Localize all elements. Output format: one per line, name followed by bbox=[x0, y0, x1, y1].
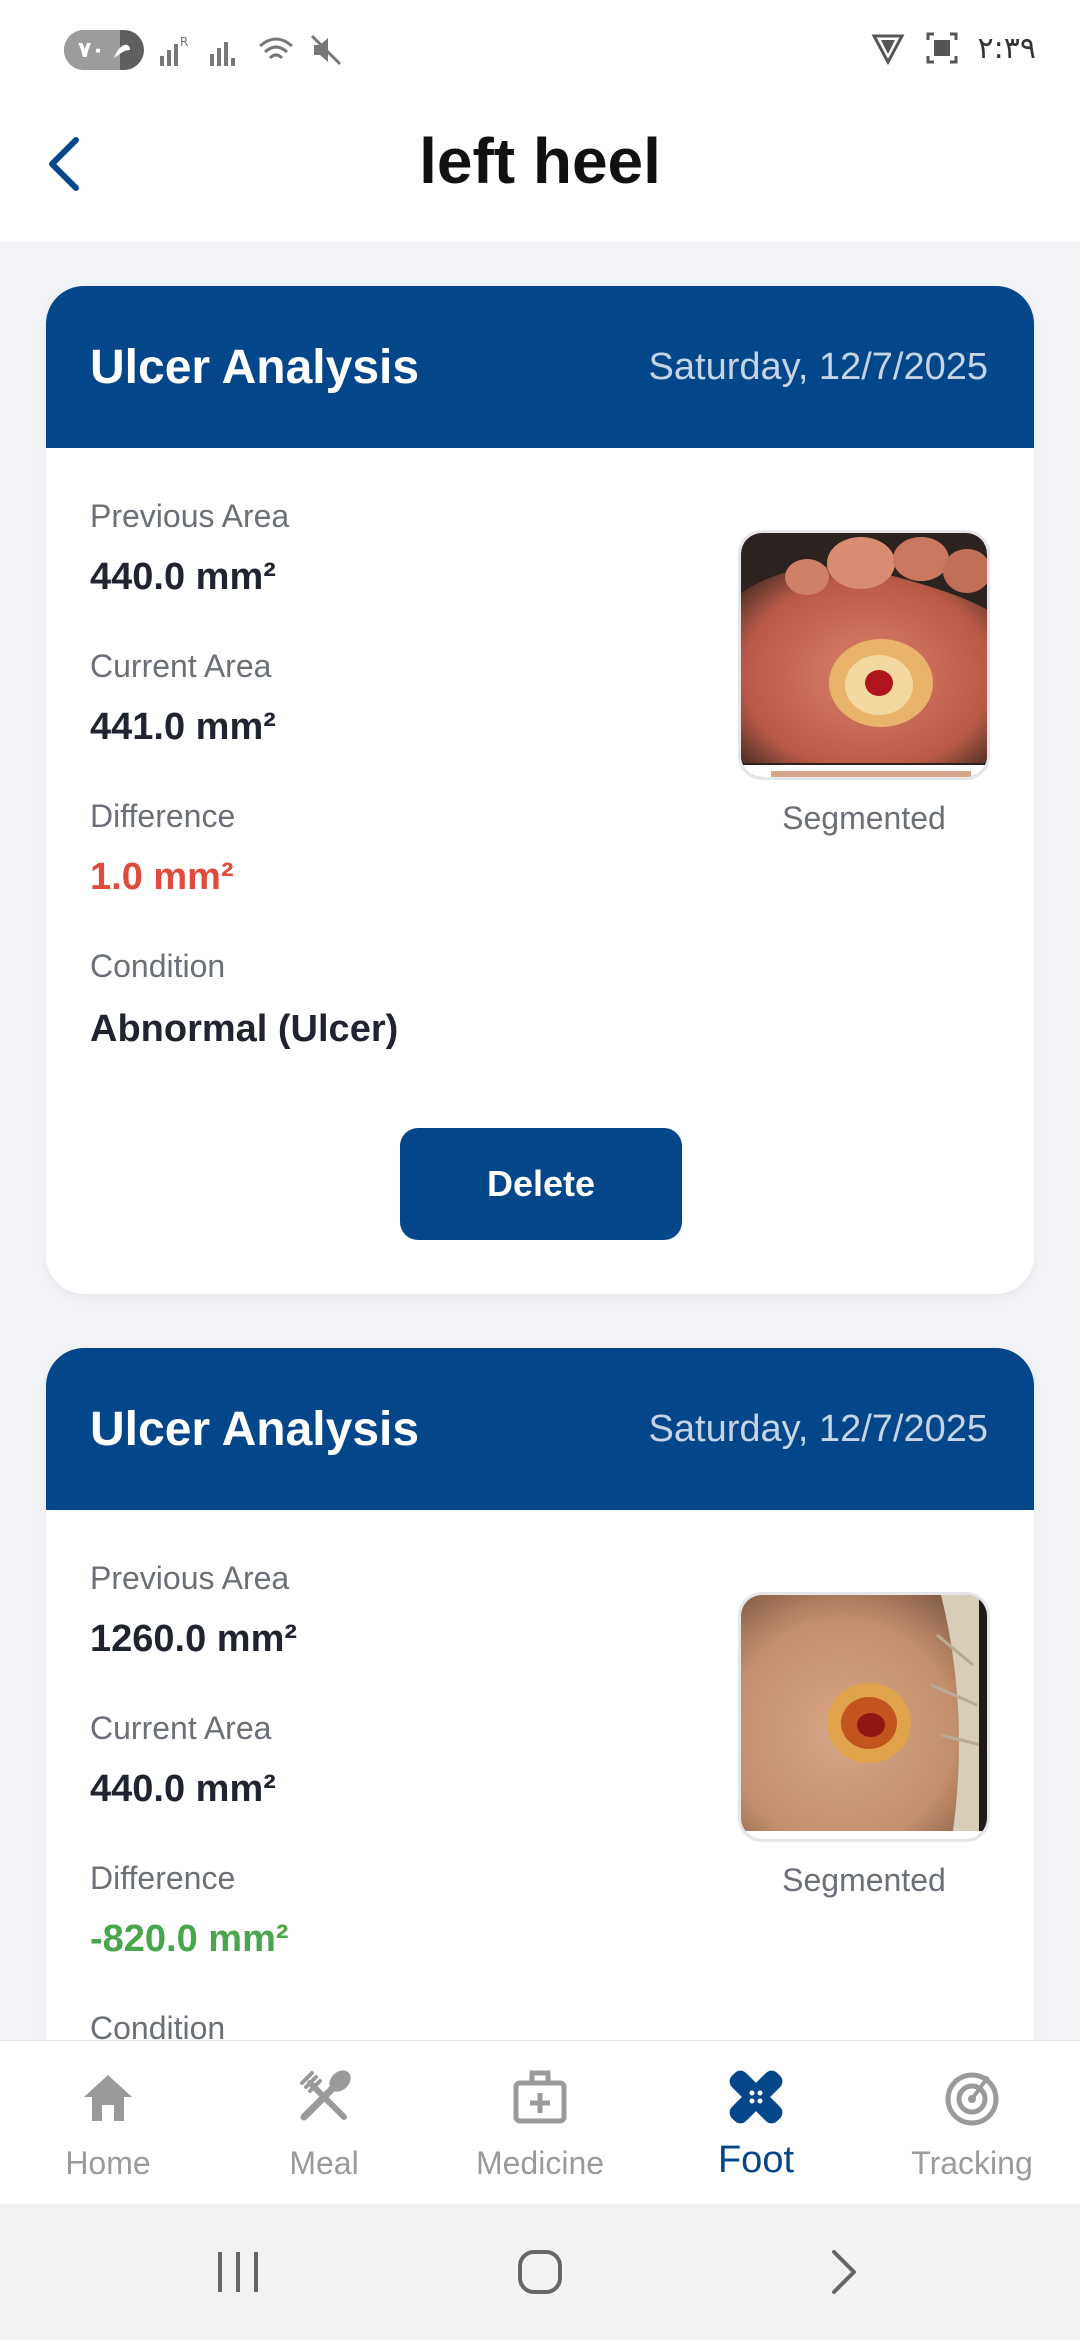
difference-value: -820.0 mm² bbox=[90, 1918, 289, 1960]
system-nav-bar bbox=[0, 2204, 1080, 2340]
analysis-card: Ulcer Analysis Saturday, 12/7/2025 Previ… bbox=[46, 286, 1034, 1294]
image-caption: Segmented bbox=[782, 1862, 946, 1898]
medical-kit-icon bbox=[513, 2070, 567, 2124]
signal-icon-2 bbox=[210, 42, 235, 66]
segmented-image[interactable] bbox=[738, 1592, 990, 1842]
delete-button[interactable]: Delete bbox=[400, 1128, 682, 1240]
app-header: left heel bbox=[0, 100, 1080, 242]
nav-label-foot: Foot bbox=[717, 2139, 795, 2181]
condition-label: Condition bbox=[90, 948, 226, 984]
difference-label: Difference bbox=[90, 798, 236, 834]
mute-icon bbox=[310, 34, 342, 66]
nav-label-home: Home bbox=[65, 2145, 151, 2181]
card-title: Ulcer Analysis bbox=[90, 341, 420, 394]
svg-text:R: R bbox=[180, 35, 188, 49]
previous-area-value: 440.0 mm² bbox=[90, 556, 276, 598]
current-area-value: 440.0 mm² bbox=[90, 1768, 276, 1810]
previous-area-label: Previous Area bbox=[90, 498, 290, 534]
card-date: Saturday, 12/7/2025 bbox=[648, 1408, 988, 1450]
image-caption: Segmented bbox=[782, 800, 946, 836]
bandage-icon bbox=[729, 2070, 783, 2124]
wifi-icon bbox=[259, 37, 293, 60]
recent-apps-icon bbox=[218, 2252, 258, 2292]
status-bar: ٧٠ R ٢:٣٩ bbox=[0, 0, 1080, 100]
recent-apps-button[interactable] bbox=[208, 2244, 268, 2300]
difference-value: 1.0 mm² bbox=[90, 856, 234, 898]
previous-area-value: 1260.0 mm² bbox=[90, 1618, 298, 1660]
nav-label-tracking: Tracking bbox=[911, 2145, 1033, 2181]
nav-item-medicine[interactable]: Medicine bbox=[432, 2041, 648, 2204]
card-header: Ulcer Analysis Saturday, 12/7/2025 bbox=[46, 1348, 1034, 1510]
segmented-image[interactable] bbox=[738, 530, 990, 780]
screenshot-icon bbox=[926, 32, 958, 64]
condition-label: Condition bbox=[90, 2010, 226, 2040]
nav-item-foot[interactable]: Foot bbox=[648, 2041, 864, 2204]
card-title: Ulcer Analysis bbox=[90, 1403, 420, 1456]
signal-icon: R bbox=[160, 35, 188, 66]
current-area-label: Current Area bbox=[90, 1710, 272, 1746]
nav-label-medicine: Medicine bbox=[475, 2145, 605, 2181]
home-circle-icon bbox=[518, 2250, 562, 2294]
current-area-value: 441.0 mm² bbox=[90, 706, 276, 748]
status-icons-right: ٢:٣٩ bbox=[870, 30, 1036, 66]
status-icons-left: ٧٠ R bbox=[64, 30, 344, 70]
analysis-list[interactable]: Ulcer Analysis Saturday, 12/7/2025 Previ… bbox=[0, 242, 1080, 2040]
target-icon bbox=[945, 2072, 999, 2126]
battery-text: ٧٠ bbox=[78, 37, 105, 62]
card-header: Ulcer Analysis Saturday, 12/7/2025 bbox=[46, 286, 1034, 448]
nav-item-home[interactable]: Home bbox=[0, 2041, 216, 2204]
chevron-right-icon bbox=[832, 2250, 856, 2294]
fork-spoon-icon bbox=[300, 2070, 351, 2121]
page-title: left heel bbox=[419, 125, 661, 197]
difference-label: Difference bbox=[90, 1860, 236, 1896]
nav-item-tracking[interactable]: Tracking bbox=[864, 2041, 1080, 2204]
current-area-label: Current Area bbox=[90, 648, 272, 684]
back-nav-button[interactable] bbox=[812, 2244, 872, 2300]
home-icon bbox=[84, 2075, 132, 2121]
analysis-card: Ulcer Analysis Saturday, 12/7/2025 Previ… bbox=[46, 1348, 1034, 2040]
home-button[interactable] bbox=[510, 2244, 570, 2300]
battery-indicator: ٧٠ bbox=[64, 30, 144, 70]
nav-label-meal: Meal bbox=[289, 2145, 359, 2181]
status-time: ٢:٣٩ bbox=[977, 30, 1036, 66]
nav-item-meal[interactable]: Meal bbox=[216, 2041, 432, 2204]
bottom-nav: Home Meal Medicine Foot Tracking bbox=[0, 2040, 1080, 2204]
vpn-icon bbox=[871, 34, 905, 66]
condition-value: Abnormal (Ulcer) bbox=[90, 1008, 399, 1050]
card-date: Saturday, 12/7/2025 bbox=[648, 346, 988, 388]
previous-area-label: Previous Area bbox=[90, 1560, 290, 1596]
